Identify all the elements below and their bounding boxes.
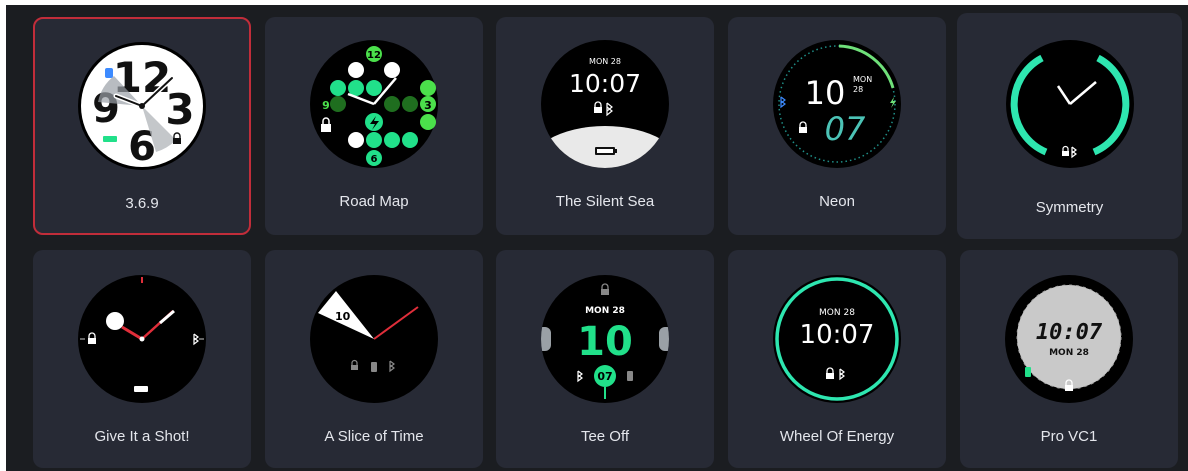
watchface-preview-symmetry — [1005, 40, 1134, 168]
date-label: MON 28 — [819, 308, 855, 318]
watchface-name: Wheel Of Energy — [779, 428, 895, 445]
battery-icon — [595, 147, 617, 155]
watchface-name: 3.6.9 — [125, 195, 159, 212]
date-label: MON 28 — [585, 306, 625, 316]
hour-display: 10 — [577, 319, 633, 365]
battery-icon — [103, 136, 117, 142]
watchface-gallery: 12 9 3 6 3.6.9 12 9 3 6 Road Map MON 28 … — [6, 5, 1188, 471]
day-label: MON — [853, 75, 872, 84]
watchface-card-give-it-a-shot[interactable]: Give It a Shot! — [33, 250, 251, 468]
watchface-name: Give It a Shot! — [94, 428, 190, 445]
watchface-name: Road Map — [339, 193, 409, 210]
hour-marker-3: 3 — [424, 99, 432, 112]
watchface-preview-give-it-a-shot — [78, 275, 206, 403]
battery-icon — [1025, 367, 1031, 377]
watchface-preview-road-map: 12 9 3 6 — [310, 40, 438, 168]
watchface-preview-silent-sea: MON 28 10:07 — [541, 40, 669, 168]
minute-display: 07 — [597, 370, 612, 383]
watchface-card-road-map[interactable]: 12 9 3 6 Road Map — [265, 17, 483, 235]
watchface-preview-pro-vc1: 10:07 MON 28 — [1005, 275, 1133, 403]
time-display: 10:07 — [1036, 320, 1103, 345]
watchface-preview-neon: 10 MON 28 07 — [773, 40, 901, 168]
watchface-name: The Silent Sea — [555, 193, 655, 210]
bluetooth-icon — [105, 68, 113, 78]
time-display: 10:07 — [569, 69, 641, 98]
hour-marker-6: 6 — [371, 154, 378, 165]
watchface-card-tee-off[interactable]: MON 28 10 07 Tee Off — [496, 250, 714, 468]
hour-label: 10 — [335, 310, 351, 323]
battery-icon — [134, 386, 148, 392]
battery-icon — [371, 362, 377, 372]
watchface-card-silent-sea[interactable]: MON 28 10:07 The Silent Sea — [496, 17, 714, 235]
date-label: 28 — [853, 85, 863, 94]
watchface-name: Tee Off — [580, 428, 630, 445]
watchface-card-slice-of-time[interactable]: 10 A Slice of Time — [265, 250, 483, 468]
numeral-3: 3 — [165, 85, 194, 134]
watchface-preview-slice-of-time: 10 — [310, 275, 438, 403]
watchface-preview-369: 12 9 3 6 — [78, 42, 206, 170]
time-display: 10:07 — [800, 320, 875, 350]
watchface-card-pro-vc1[interactable]: 10:07 MON 28 Pro VC1 — [960, 250, 1178, 468]
date-label: MON 28 — [1049, 348, 1089, 358]
watchface-preview-wheel-of-energy: MON 28 10:07 — [773, 275, 901, 403]
hour-marker-12: 12 — [367, 50, 381, 61]
watchface-name: Neon — [819, 193, 855, 210]
watchface-name: Pro VC1 — [1040, 428, 1098, 445]
watchface-name: A Slice of Time — [324, 428, 424, 445]
watchface-preview-tee-off: MON 28 10 07 — [541, 275, 669, 403]
watchface-name: Symmetry — [1035, 199, 1104, 216]
minute-display: 07 — [825, 110, 866, 148]
hour-display: 10 — [805, 74, 846, 112]
battery-icon — [627, 371, 633, 381]
watchface-card-neon[interactable]: 10 MON 28 07 Neon — [728, 17, 946, 235]
hour-marker-9: 9 — [322, 99, 330, 112]
watchface-card-369[interactable]: 12 9 3 6 3.6.9 — [33, 17, 251, 235]
date-label: MON 28 — [589, 57, 621, 66]
watchface-card-symmetry[interactable]: Symmetry — [957, 13, 1182, 239]
watchface-card-wheel-of-energy[interactable]: MON 28 10:07 Wheel Of Energy — [728, 250, 946, 468]
